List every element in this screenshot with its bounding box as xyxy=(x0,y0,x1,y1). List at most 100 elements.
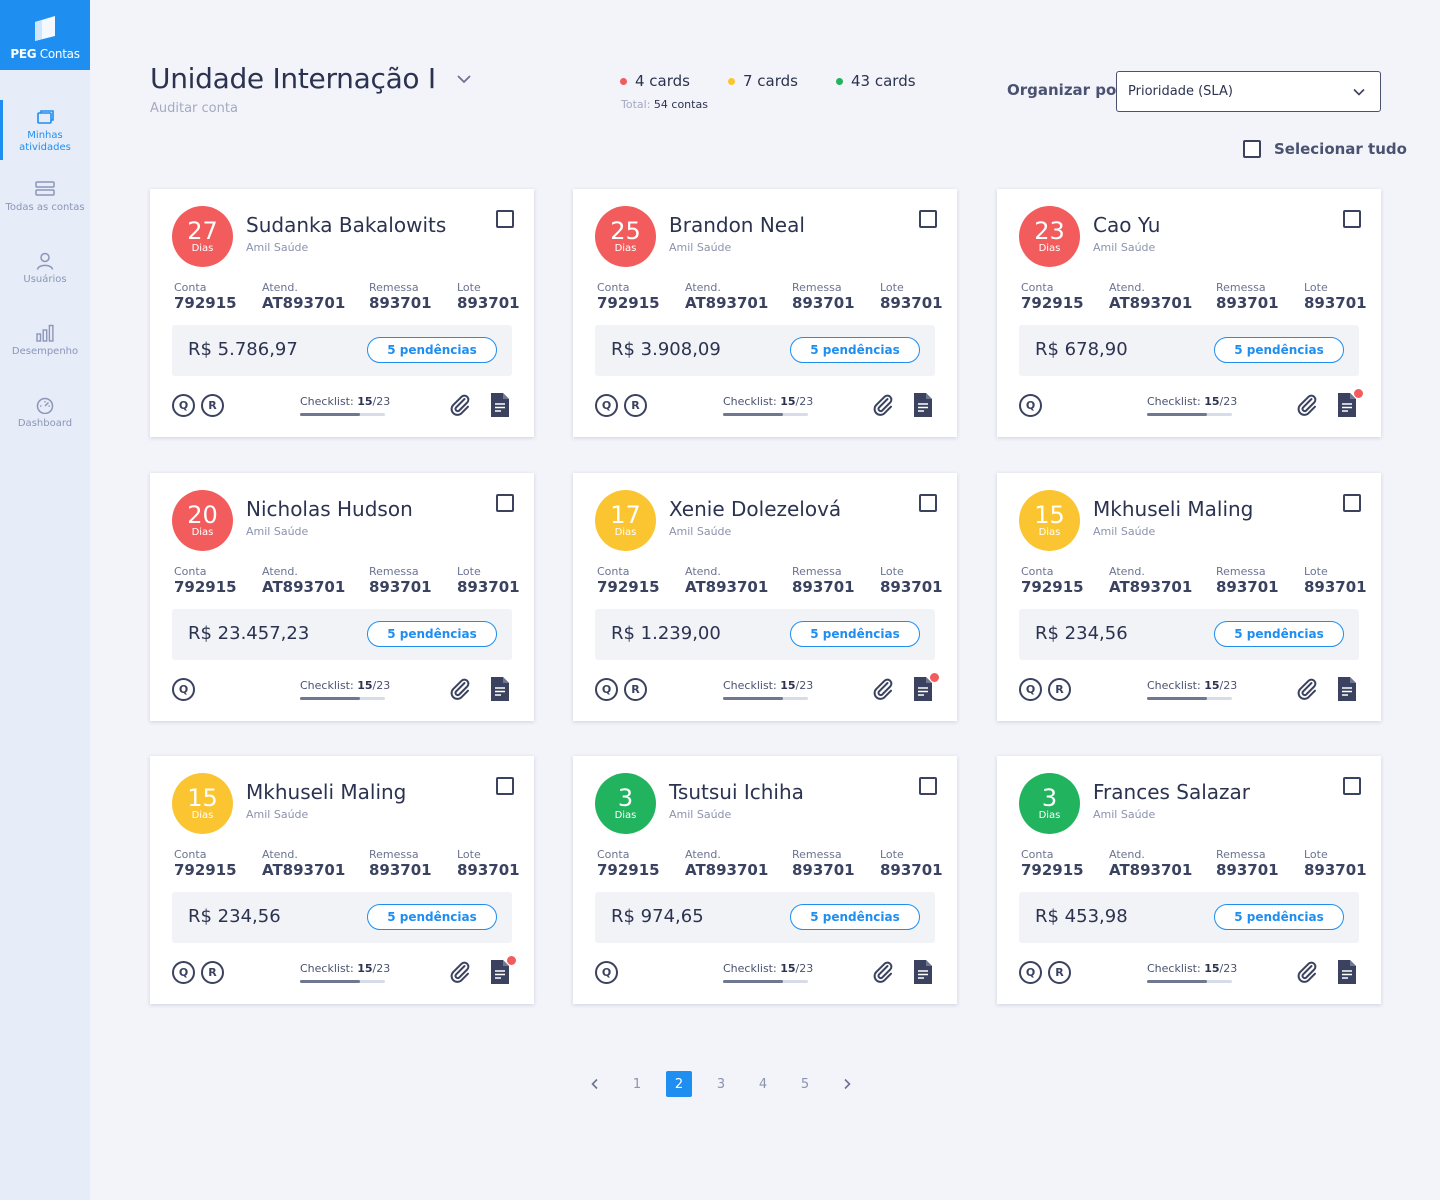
card-checkbox[interactable] xyxy=(496,494,514,512)
insurer-name: Amil Saúde xyxy=(246,525,309,538)
paperclip-icon[interactable] xyxy=(871,960,895,984)
account-card[interactable]: 23 Dias Cao Yu Amil Saúde Conta 792915 A… xyxy=(997,189,1381,437)
patient-name: Tsutsui Ichiha xyxy=(669,780,804,804)
account-card[interactable]: 17 Dias Xenie Dolezelová Amil Saúde Cont… xyxy=(573,473,957,721)
checklist-progress xyxy=(723,413,808,416)
r-badge-icon[interactable]: R xyxy=(201,394,224,417)
r-badge-icon[interactable]: R xyxy=(201,961,224,984)
sidebar-item-minhas-atividades[interactable]: Minhas atividades xyxy=(0,100,90,172)
info-conta: Conta 792915 xyxy=(597,848,660,879)
pendencias-button[interactable]: 5 pendências xyxy=(367,621,497,647)
info-value: 792915 xyxy=(174,578,237,596)
sidebar-item-usuarios[interactable]: Usuários xyxy=(0,244,90,316)
card-checkbox[interactable] xyxy=(1343,210,1361,228)
sidebar-item-label: Minhas atividades xyxy=(19,130,71,153)
pendencias-button[interactable]: 5 pendências xyxy=(1214,904,1344,930)
r-badge-icon[interactable]: R xyxy=(624,678,647,701)
card-checkbox[interactable] xyxy=(496,777,514,795)
q-badge-icon[interactable]: Q xyxy=(172,678,195,701)
info-value: AT893701 xyxy=(685,294,769,312)
paperclip-icon[interactable] xyxy=(1295,960,1319,984)
q-badge-icon[interactable]: Q xyxy=(172,961,195,984)
page-button-3[interactable]: 3 xyxy=(708,1071,734,1097)
r-badge-icon[interactable]: R xyxy=(1048,678,1071,701)
sidebar-item-dashboard[interactable]: Dashboard xyxy=(0,388,90,460)
card-checkbox[interactable] xyxy=(919,777,937,795)
account-card[interactable]: 3 Dias Tsutsui Ichiha Amil Saúde Conta 7… xyxy=(573,756,957,1004)
gauge-icon xyxy=(36,397,54,414)
sidebar-item-todas-as-contas[interactable]: Todas as contas xyxy=(0,172,90,244)
prev-page-button[interactable] xyxy=(582,1071,608,1097)
q-badge-icon[interactable]: Q xyxy=(595,394,618,417)
paperclip-icon[interactable] xyxy=(1295,393,1319,417)
account-card[interactable]: 3 Dias Frances Salazar Amil Saúde Conta … xyxy=(997,756,1381,1004)
page-button-5[interactable]: 5 xyxy=(792,1071,818,1097)
amount-value: R$ 453,98 xyxy=(1035,906,1128,927)
paperclip-icon[interactable] xyxy=(871,393,895,417)
q-badge-icon[interactable]: Q xyxy=(595,678,618,701)
pendencias-button[interactable]: 5 pendências xyxy=(790,621,920,647)
amount-value: R$ 1.239,00 xyxy=(611,623,721,644)
account-card[interactable]: 15 Dias Mkhuseli Maling Amil Saúde Conta… xyxy=(150,756,534,1004)
card-checkbox[interactable] xyxy=(919,494,937,512)
amount-value: R$ 234,56 xyxy=(1035,623,1128,644)
info-value: 893701 xyxy=(792,861,855,879)
document-icon[interactable] xyxy=(490,392,510,418)
page-button-1[interactable]: 1 xyxy=(624,1071,650,1097)
checklist-progress xyxy=(723,697,808,700)
r-badge-icon[interactable]: R xyxy=(624,394,647,417)
document-icon[interactable] xyxy=(1337,676,1357,702)
r-badge-icon[interactable]: R xyxy=(1048,961,1071,984)
select-all-checkbox[interactable] xyxy=(1243,140,1261,158)
account-card[interactable]: 27 Dias Sudanka Bakalowits Amil Saúde Co… xyxy=(150,189,534,437)
document-icon[interactable] xyxy=(913,959,933,985)
pendencias-button[interactable]: 5 pendências xyxy=(1214,337,1344,363)
card-checkbox[interactable] xyxy=(919,210,937,228)
select-all-toggle[interactable]: Selecionar tudo xyxy=(1243,140,1407,158)
chevron-right-icon xyxy=(844,1078,851,1090)
pendencias-button[interactable]: 5 pendências xyxy=(790,337,920,363)
paperclip-icon[interactable] xyxy=(871,677,895,701)
sla-days: 27 xyxy=(187,216,218,245)
document-icon[interactable] xyxy=(490,676,510,702)
document-icon[interactable] xyxy=(913,392,933,418)
account-card[interactable]: 25 Dias Brandon Neal Amil Saúde Conta 79… xyxy=(573,189,957,437)
pendencias-button[interactable]: 5 pendências xyxy=(367,337,497,363)
pendencias-button[interactable]: 5 pendências xyxy=(790,904,920,930)
account-card[interactable]: 15 Dias Mkhuseli Maling Amil Saúde Conta… xyxy=(997,473,1381,721)
paperclip-icon[interactable] xyxy=(448,960,472,984)
q-badge-icon[interactable]: Q xyxy=(1019,394,1042,417)
paperclip-icon[interactable] xyxy=(448,393,472,417)
info-label: Conta xyxy=(597,281,630,294)
paperclip-icon[interactable] xyxy=(448,677,472,701)
checklist-progress-fill xyxy=(723,980,783,983)
document-icon[interactable] xyxy=(1337,959,1357,985)
chevron-down-icon[interactable] xyxy=(456,71,472,87)
page-button-4[interactable]: 4 xyxy=(750,1071,776,1097)
card-checkbox[interactable] xyxy=(1343,777,1361,795)
account-card[interactable]: 20 Dias Nicholas Hudson Amil Saúde Conta… xyxy=(150,473,534,721)
info-label: Lote xyxy=(457,281,481,294)
info-value: 893701 xyxy=(1216,578,1279,596)
info-conta: Conta 792915 xyxy=(174,848,237,879)
pendencias-button[interactable]: 5 pendências xyxy=(1214,621,1344,647)
q-badge-icon[interactable]: Q xyxy=(1019,678,1042,701)
card-checkbox[interactable] xyxy=(1343,494,1361,512)
pagination: 1 2 3 4 5 xyxy=(582,1071,876,1097)
q-badge-icon[interactable]: Q xyxy=(172,394,195,417)
checklist-label: Checklist: 15/23 xyxy=(300,395,391,408)
page-button-2[interactable]: 2 xyxy=(666,1071,692,1097)
q-badge-icon[interactable]: Q xyxy=(1019,961,1042,984)
pendencias-button[interactable]: 5 pendências xyxy=(367,904,497,930)
info-atend: Atend. AT893701 xyxy=(1109,848,1192,879)
app-logo[interactable]: PEG Contas xyxy=(0,0,90,70)
info-atend: Atend. AT893701 xyxy=(1109,565,1192,596)
sort-select[interactable]: Prioridade (SLA) xyxy=(1116,71,1381,112)
sidebar-item-desempenho[interactable]: Desempenho xyxy=(0,316,90,388)
info-value: 893701 xyxy=(880,861,943,879)
card-checkbox[interactable] xyxy=(496,210,514,228)
paperclip-icon[interactable] xyxy=(1295,677,1319,701)
info-value: 893701 xyxy=(1216,861,1279,879)
q-badge-icon[interactable]: Q xyxy=(595,961,618,984)
next-page-button[interactable] xyxy=(834,1071,860,1097)
